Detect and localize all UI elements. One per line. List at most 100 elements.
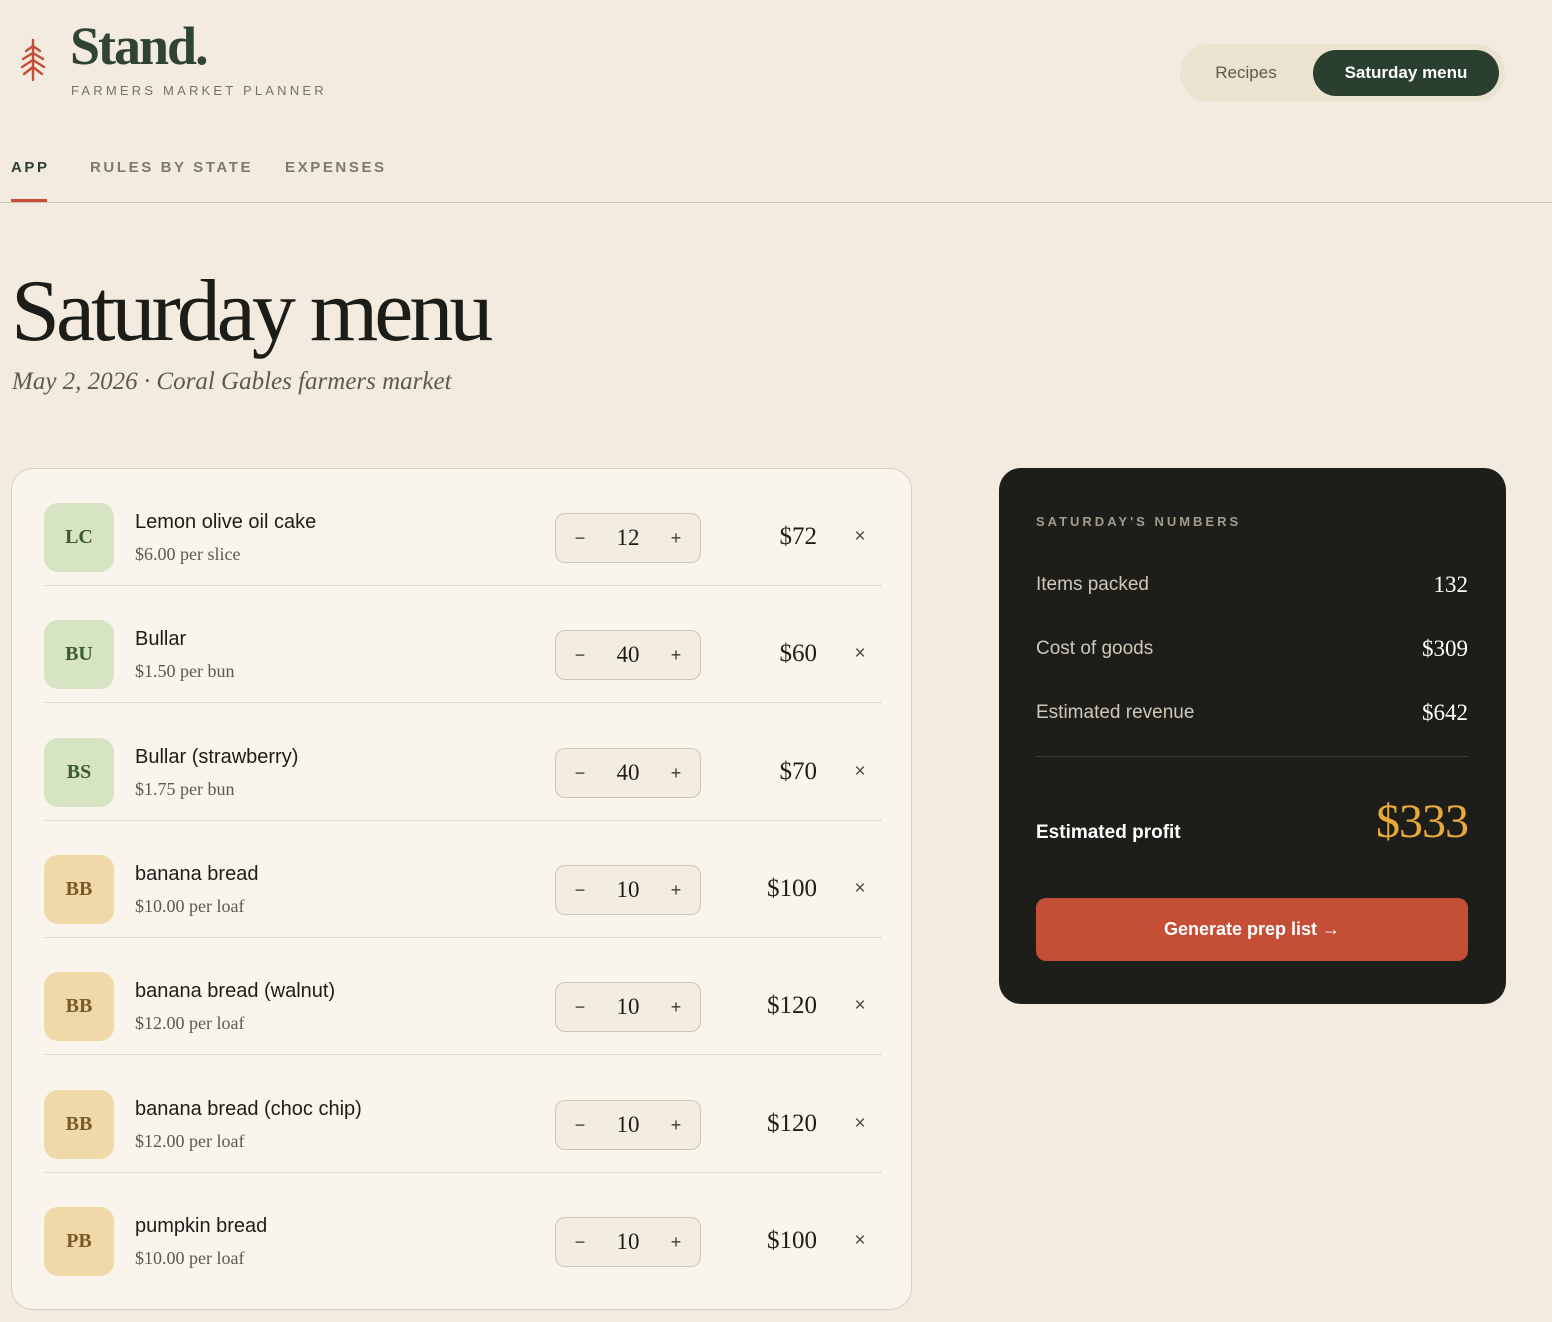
decrement-button[interactable]: −: [560, 866, 600, 914]
item-unit-price: $12.00 per loaf: [135, 1013, 245, 1033]
brand-name: Stand.: [70, 16, 209, 76]
item-name: banana bread (choc chip): [135, 1098, 362, 1120]
quantity-value[interactable]: 10: [596, 983, 660, 1031]
quantity-stepper: − 40 +: [555, 630, 701, 680]
line-total: $60: [779, 640, 818, 667]
tab-rules-by-state[interactable]: RULES BY STATE: [90, 159, 253, 176]
view-switch: Recipes Saturday menu: [1180, 44, 1505, 102]
list-item: BB banana bread (choc chip) $12.00 per l…: [44, 1056, 881, 1173]
line-total: $100: [767, 1227, 817, 1254]
decrement-button[interactable]: −: [560, 631, 600, 679]
summary-value: $309: [1422, 636, 1468, 661]
quantity-value[interactable]: 10: [596, 1218, 660, 1266]
increment-button[interactable]: +: [656, 866, 696, 914]
summary-label: Estimated revenue: [1036, 702, 1195, 723]
item-unit-price: $12.00 per loaf: [135, 1131, 245, 1151]
quantity-value[interactable]: 12: [596, 514, 660, 562]
item-unit-price: $1.50 per bun: [135, 661, 235, 681]
remove-item-icon[interactable]: ×: [850, 992, 870, 1020]
increment-button[interactable]: +: [656, 983, 696, 1031]
decrement-button[interactable]: −: [560, 983, 600, 1031]
line-total: $72: [779, 523, 818, 550]
increment-button[interactable]: +: [656, 514, 696, 562]
summary-row-estimated-revenue: Estimated revenue $642: [1036, 698, 1468, 728]
list-item: BB banana bread (walnut) $12.00 per loaf…: [44, 938, 881, 1055]
remove-item-icon[interactable]: ×: [850, 1110, 870, 1138]
line-total: $120: [767, 992, 817, 1019]
item-badge: BS: [44, 738, 114, 807]
list-item: LC Lemon olive oil cake $6.00 per slice …: [44, 469, 881, 586]
list-item: BB banana bread $10.00 per loaf − 10 + $…: [44, 821, 881, 938]
generate-prep-list-button[interactable]: Generate prep list →: [1036, 898, 1468, 961]
brand-tagline: FARMERS MARKET PLANNER: [71, 83, 327, 98]
page-subtitle: May 2, 2026 · Coral Gables farmers marke…: [12, 368, 452, 395]
summary-heading: SATURDAY'S NUMBERS: [1036, 514, 1242, 529]
item-badge: BB: [44, 855, 114, 924]
list-item: BS Bullar (strawberry) $1.75 per bun − 4…: [44, 704, 881, 821]
tab-app[interactable]: APP: [11, 159, 50, 176]
list-item: BU Bullar $1.50 per bun − 40 + $60 ×: [44, 586, 881, 703]
summary-value: 132: [1433, 572, 1469, 597]
remove-item-icon[interactable]: ×: [850, 875, 870, 903]
item-unit-price: $10.00 per loaf: [135, 896, 245, 916]
profit-value: $333: [1376, 795, 1469, 848]
active-tab-indicator: [11, 199, 47, 202]
quantity-value[interactable]: 10: [596, 866, 660, 914]
item-unit-price: $6.00 per slice: [135, 544, 241, 564]
quantity-value[interactable]: 10: [596, 1101, 660, 1149]
summary-label: Items packed: [1036, 574, 1149, 595]
quantity-stepper: − 10 +: [555, 982, 701, 1032]
line-total: $100: [767, 875, 817, 902]
item-badge: LC: [44, 503, 114, 572]
summary-divider: [1036, 756, 1468, 757]
item-badge: BU: [44, 620, 114, 689]
item-badge: BB: [44, 1090, 114, 1159]
decrement-button[interactable]: −: [560, 749, 600, 797]
tab-bar: APP RULES BY STATE EXPENSES: [0, 134, 1552, 203]
line-total: $120: [767, 1110, 817, 1137]
quantity-stepper: − 40 +: [555, 748, 701, 798]
tree-icon: [20, 38, 46, 82]
remove-item-icon[interactable]: ×: [850, 640, 870, 668]
app-header: Stand. FARMERS MARKET PLANNER Recipes Sa…: [0, 0, 1552, 134]
item-badge: BB: [44, 972, 114, 1041]
line-total: $70: [779, 758, 818, 785]
saturday-menu-button[interactable]: Saturday menu: [1313, 50, 1499, 96]
increment-button[interactable]: +: [656, 1101, 696, 1149]
item-badge: PB: [44, 1207, 114, 1276]
item-name: Bullar: [135, 628, 187, 650]
summary-label: Cost of goods: [1036, 638, 1154, 659]
remove-item-icon[interactable]: ×: [850, 1227, 870, 1255]
summary-value: $642: [1422, 700, 1468, 725]
quantity-stepper: − 12 +: [555, 513, 701, 563]
decrement-button[interactable]: −: [560, 514, 600, 562]
item-name: banana bread: [135, 863, 259, 885]
summary-row-cost-of-goods: Cost of goods $309: [1036, 634, 1468, 664]
quantity-stepper: − 10 +: [555, 1100, 701, 1150]
decrement-button[interactable]: −: [560, 1218, 600, 1266]
increment-button[interactable]: +: [656, 1218, 696, 1266]
quantity-stepper: − 10 +: [555, 1217, 701, 1267]
increment-button[interactable]: +: [656, 749, 696, 797]
remove-item-icon[interactable]: ×: [850, 758, 870, 786]
page-title: Saturday menu: [11, 263, 493, 360]
tab-expenses[interactable]: EXPENSES: [285, 159, 387, 176]
item-name: banana bread (walnut): [135, 980, 336, 1002]
recipes-button[interactable]: Recipes: [1192, 50, 1300, 96]
increment-button[interactable]: +: [656, 631, 696, 679]
profit-label: Estimated profit: [1036, 822, 1181, 843]
summary-row-items-packed: Items packed 132: [1036, 570, 1468, 600]
quantity-value[interactable]: 40: [596, 631, 660, 679]
item-unit-price: $10.00 per loaf: [135, 1248, 245, 1268]
item-name: Bullar (strawberry): [135, 746, 299, 768]
item-name: Lemon olive oil cake: [135, 511, 317, 533]
item-name: pumpkin bread: [135, 1215, 268, 1237]
item-unit-price: $1.75 per bun: [135, 779, 235, 799]
quantity-value[interactable]: 40: [596, 749, 660, 797]
numbers-summary-card: SATURDAY'S NUMBERS Items packed 132 Cost…: [999, 468, 1506, 1004]
list-item: PB pumpkin bread $10.00 per loaf − 10 + …: [44, 1173, 881, 1290]
menu-list: LC Lemon olive oil cake $6.00 per slice …: [11, 468, 912, 1310]
remove-item-icon[interactable]: ×: [850, 523, 870, 551]
decrement-button[interactable]: −: [560, 1101, 600, 1149]
quantity-stepper: − 10 +: [555, 865, 701, 915]
